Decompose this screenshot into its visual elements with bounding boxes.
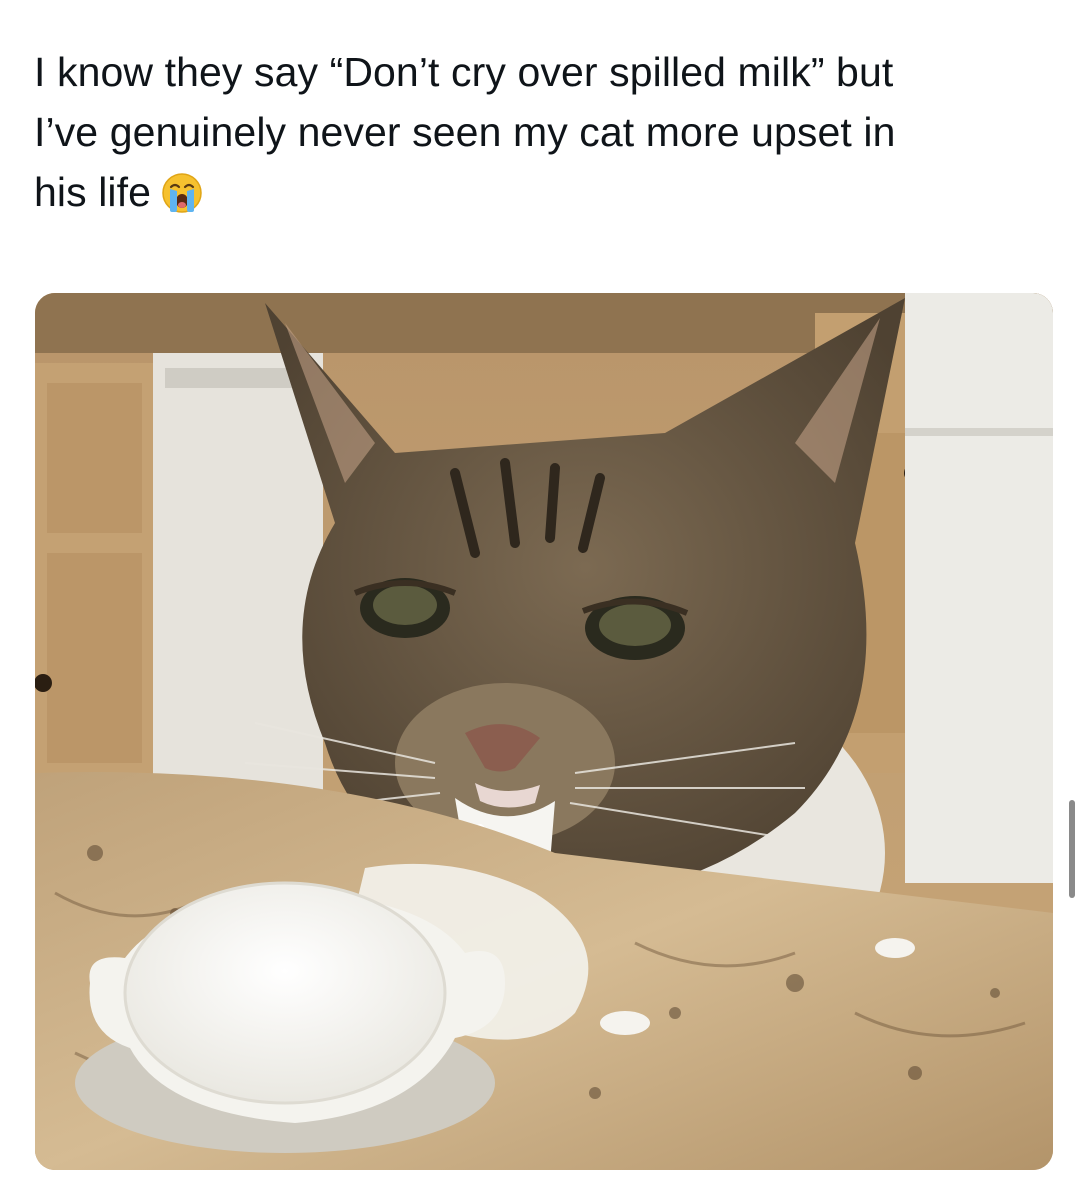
scrollbar[interactable] <box>1069 800 1075 898</box>
post: I know they say “Don’t cry over spilled … <box>0 0 1087 1200</box>
post-text-line-2: I’ve genuinely never seen my cat more up… <box>34 109 896 155</box>
post-text: I know they say “Don’t cry over spilled … <box>34 42 1044 230</box>
cat-spilled-milk-photo <box>35 293 1053 1170</box>
post-text-line-3: his life <box>34 162 1044 230</box>
post-image[interactable] <box>35 293 1053 1170</box>
loudly-crying-face-icon <box>161 170 203 230</box>
post-text-line-3-text: his life <box>34 169 152 215</box>
post-text-line-1: I know they say “Don’t cry over spilled … <box>34 49 894 95</box>
